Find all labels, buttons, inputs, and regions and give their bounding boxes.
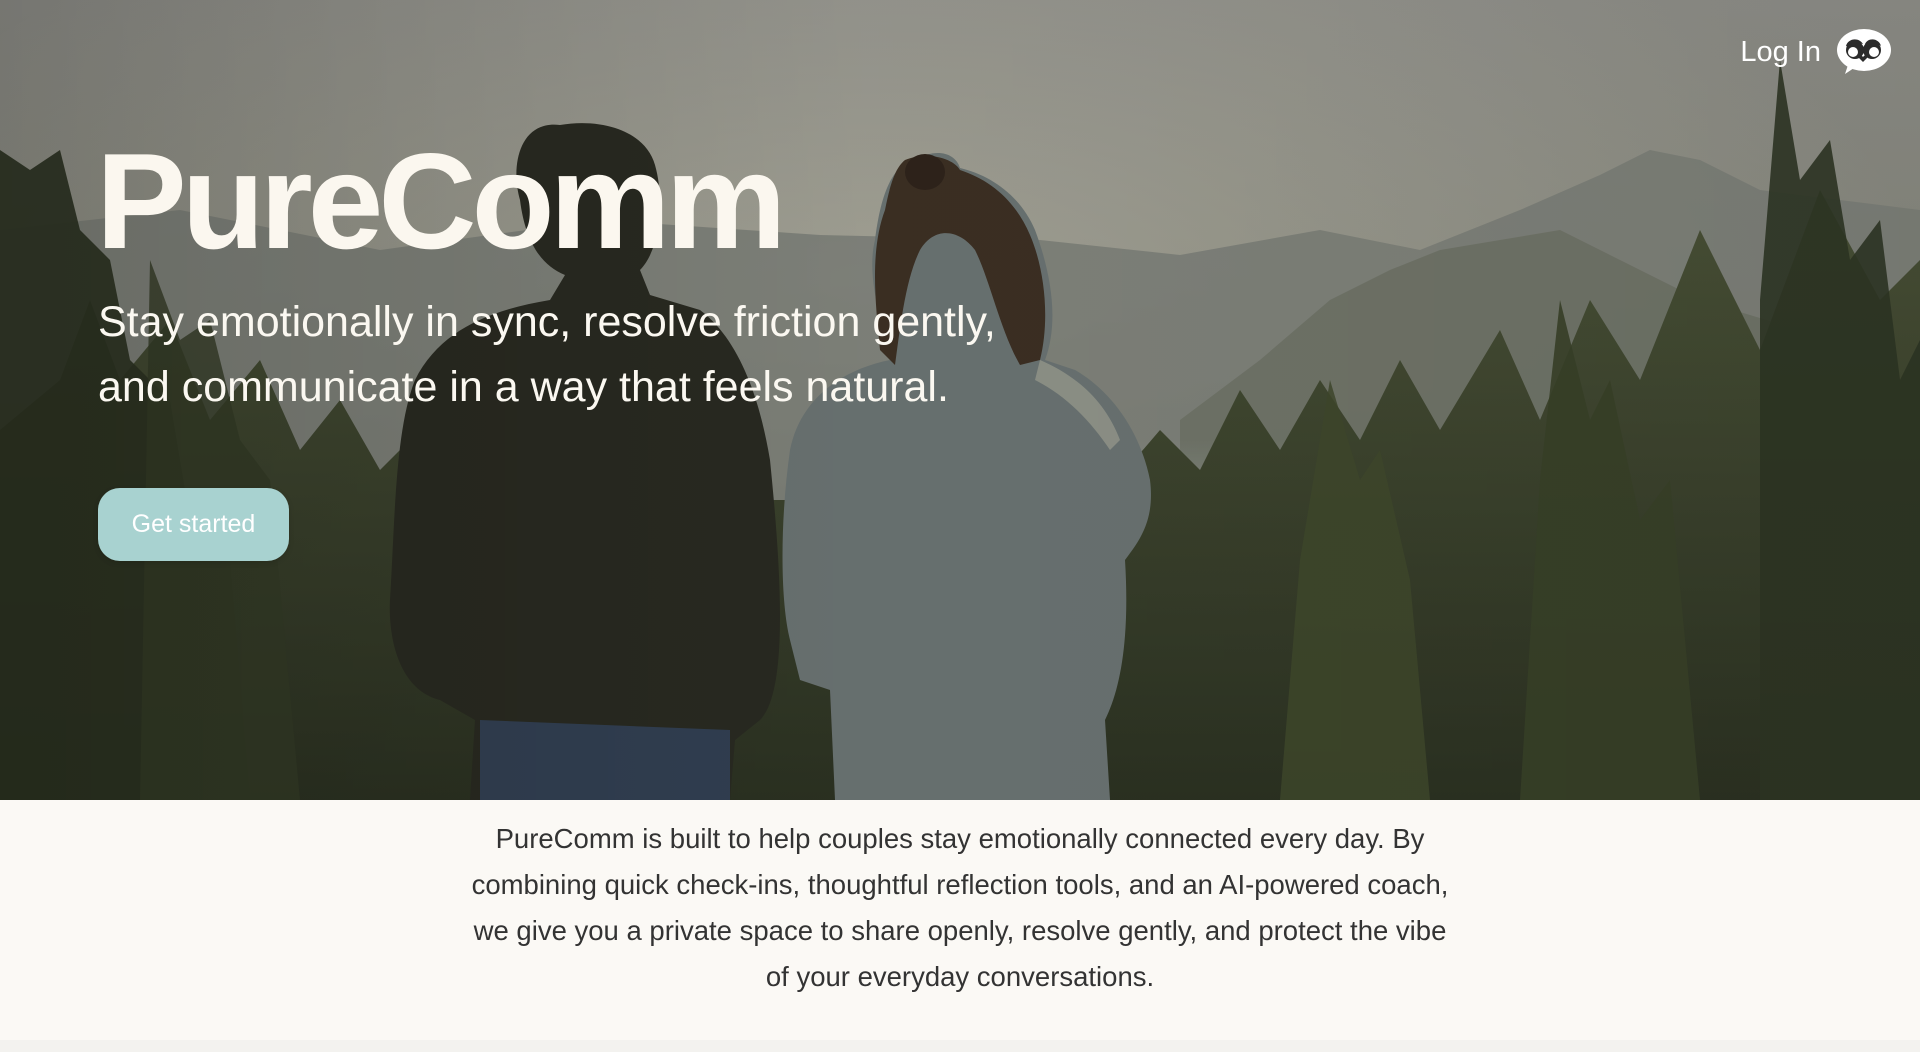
about-line: PureComm is built to help couples stay e… bbox=[495, 823, 1425, 854]
about-section: PureComm is built to help couples stay e… bbox=[0, 800, 1920, 1040]
about-line: we give you a private space to share ope… bbox=[473, 915, 1447, 946]
page-title: PureComm bbox=[96, 125, 786, 277]
about-paragraph: PureComm is built to help couples stay e… bbox=[360, 816, 1560, 1000]
section-divider bbox=[0, 1040, 1920, 1052]
login-label: Log In bbox=[1740, 35, 1821, 68]
couple-logo-icon[interactable] bbox=[1835, 26, 1893, 78]
about-line: of your everyday conversations. bbox=[765, 961, 1155, 992]
landing-page: PureComm Stay emotionally in sync, resol… bbox=[0, 0, 1920, 1052]
hero-section: PureComm Stay emotionally in sync, resol… bbox=[0, 0, 1920, 800]
hero-tagline-line: and communicate in a way that feels natu… bbox=[98, 363, 949, 411]
get-started-button[interactable]: Get started bbox=[98, 488, 289, 561]
hero-tagline-line: Stay emotionally in sync, resolve fricti… bbox=[98, 298, 996, 346]
about-line: combining quick check-ins, thoughtful re… bbox=[471, 869, 1449, 900]
login-link[interactable]: Log In bbox=[1740, 26, 1893, 78]
hero-tagline: Stay emotionally in sync, resolve fricti… bbox=[98, 290, 1098, 420]
